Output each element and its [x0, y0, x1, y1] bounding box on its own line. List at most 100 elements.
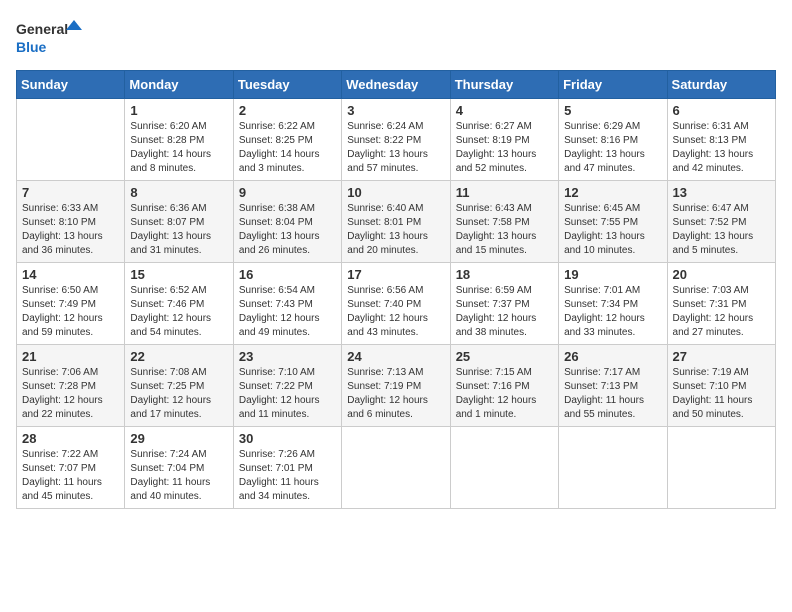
day-info: Sunrise: 7:01 AM Sunset: 7:34 PM Dayligh… — [564, 284, 661, 340]
weekday-header: Saturday — [667, 71, 775, 99]
weekday-header: Wednesday — [342, 71, 450, 99]
day-number: 13 — [673, 185, 770, 200]
day-info: Sunrise: 6:50 AM Sunset: 7:49 PM Dayligh… — [22, 284, 119, 340]
day-info: Sunrise: 7:10 AM Sunset: 7:22 PM Dayligh… — [239, 366, 336, 422]
weekday-header: Thursday — [450, 71, 558, 99]
calendar-cell: 6Sunrise: 6:31 AM Sunset: 8:13 PM Daylig… — [667, 99, 775, 181]
calendar-cell: 13 Sunrise: 6:47 AM Sunset: 7:52 PM Dayli… — [667, 181, 775, 263]
day-number: 14 — [22, 267, 119, 282]
day-number: 11 — [456, 185, 553, 200]
day-info: Sunrise: 6:22 AM Sunset: 8:25 PM Dayligh… — [239, 120, 336, 176]
calendar-cell: 27Sunrise: 7:19 AM Sunset: 7:10 PM Dayli… — [667, 345, 775, 427]
calendar-cell: 15 Sunrise: 6:52 AM Sunset: 7:46 PM Dayli… — [125, 263, 233, 345]
calendar-cell: 10Sunrise: 6:40 AM Sunset: 8:01 PM Dayli… — [342, 181, 450, 263]
day-number: 9 — [239, 185, 336, 200]
calendar-cell: 8 Sunrise: 6:36 AM Sunset: 8:07 PM Daylig… — [125, 181, 233, 263]
day-info: Sunrise: 7:22 AM Sunset: 7:07 PM Dayligh… — [22, 448, 119, 504]
day-info: Sunrise: 6:52 AM Sunset: 7:46 PM Dayligh… — [130, 284, 227, 340]
day-info: Sunrise: 6:24 AM Sunset: 8:22 PM Dayligh… — [347, 120, 444, 176]
weekday-header: Tuesday — [233, 71, 341, 99]
day-info: Sunrise: 6:54 AM Sunset: 7:43 PM Dayligh… — [239, 284, 336, 340]
day-number: 20 — [673, 267, 770, 282]
day-number: 7 — [22, 185, 119, 200]
day-info: Sunrise: 7:08 AM Sunset: 7:25 PM Dayligh… — [130, 366, 227, 422]
day-info: Sunrise: 7:19 AM Sunset: 7:10 PM Dayligh… — [673, 366, 770, 422]
day-number: 23 — [239, 349, 336, 364]
calendar-cell: 24 Sunrise: 7:13 AM Sunset: 7:19 PM Dayli… — [342, 345, 450, 427]
calendar-cell: 11 Sunrise: 6:43 AM Sunset: 7:58 PM Dayli… — [450, 181, 558, 263]
day-number: 24 — [347, 349, 444, 364]
calendar-cell: 25Sunrise: 7:15 AM Sunset: 7:16 PM Dayli… — [450, 345, 558, 427]
day-number: 16 — [239, 267, 336, 282]
page-header: General Blue — [16, 16, 776, 60]
day-number: 8 — [130, 185, 227, 200]
calendar-cell: 3 Sunrise: 6:24 AM Sunset: 8:22 PM Daylig… — [342, 99, 450, 181]
day-number: 5 — [564, 103, 661, 118]
calendar-week-row: 7 Sunrise: 6:33 AM Sunset: 8:10 PM Daylig… — [17, 181, 776, 263]
calendar-week-row: 21 Sunrise: 7:06 AM Sunset: 7:28 PM Dayli… — [17, 345, 776, 427]
day-info: Sunrise: 6:59 AM Sunset: 7:37 PM Dayligh… — [456, 284, 553, 340]
calendar-cell — [667, 427, 775, 509]
day-info: Sunrise: 7:24 AM Sunset: 7:04 PM Dayligh… — [130, 448, 227, 504]
calendar-cell: 14 Sunrise: 6:50 AM Sunset: 7:49 PM Dayli… — [17, 263, 125, 345]
calendar-cell: 17 Sunrise: 6:56 AM Sunset: 7:40 PM Dayli… — [342, 263, 450, 345]
day-number: 25 — [456, 349, 553, 364]
calendar-cell: 12Sunrise: 6:45 AM Sunset: 7:55 PM Dayli… — [559, 181, 667, 263]
day-info: Sunrise: 6:38 AM Sunset: 8:04 PM Dayligh… — [239, 202, 336, 258]
day-number: 3 — [347, 103, 444, 118]
calendar-cell: 21 Sunrise: 7:06 AM Sunset: 7:28 PM Dayli… — [17, 345, 125, 427]
day-number: 17 — [347, 267, 444, 282]
calendar-week-row: 14 Sunrise: 6:50 AM Sunset: 7:49 PM Dayli… — [17, 263, 776, 345]
day-number: 6 — [673, 103, 770, 118]
day-number: 1 — [130, 103, 227, 118]
calendar-cell: 19 Sunrise: 7:01 AM Sunset: 7:34 PM Dayli… — [559, 263, 667, 345]
day-number: 26 — [564, 349, 661, 364]
day-number: 2 — [239, 103, 336, 118]
day-info: Sunrise: 7:17 AM Sunset: 7:13 PM Dayligh… — [564, 366, 661, 422]
calendar-cell: 23 Sunrise: 7:10 AM Sunset: 7:22 PM Dayli… — [233, 345, 341, 427]
day-info: Sunrise: 6:47 AM Sunset: 7:52 PM Dayligh… — [673, 202, 770, 258]
day-info: Sunrise: 6:33 AM Sunset: 8:10 PM Dayligh… — [22, 202, 119, 258]
calendar-cell — [342, 427, 450, 509]
day-info: Sunrise: 6:29 AM Sunset: 8:16 PM Dayligh… — [564, 120, 661, 176]
calendar-header-row: SundayMondayTuesdayWednesdayThursdayFrid… — [17, 71, 776, 99]
day-info: Sunrise: 6:43 AM Sunset: 7:58 PM Dayligh… — [456, 202, 553, 258]
day-info: Sunrise: 7:03 AM Sunset: 7:31 PM Dayligh… — [673, 284, 770, 340]
day-number: 28 — [22, 431, 119, 446]
weekday-header: Friday — [559, 71, 667, 99]
day-info: Sunrise: 7:26 AM Sunset: 7:01 PM Dayligh… — [239, 448, 336, 504]
day-number: 12 — [564, 185, 661, 200]
day-number: 18 — [456, 267, 553, 282]
calendar-cell — [559, 427, 667, 509]
calendar-cell: 9 Sunrise: 6:38 AM Sunset: 8:04 PM Daylig… — [233, 181, 341, 263]
day-number: 19 — [564, 267, 661, 282]
calendar-cell: 2 Sunrise: 6:22 AM Sunset: 8:25 PM Daylig… — [233, 99, 341, 181]
day-number: 21 — [22, 349, 119, 364]
day-info: Sunrise: 6:20 AM Sunset: 8:28 PM Dayligh… — [130, 120, 227, 176]
calendar-cell — [450, 427, 558, 509]
calendar-cell: 1 Sunrise: 6:20 AM Sunset: 8:28 PM Daylig… — [125, 99, 233, 181]
svg-text:Blue: Blue — [16, 39, 47, 55]
day-info: Sunrise: 7:06 AM Sunset: 7:28 PM Dayligh… — [22, 366, 119, 422]
calendar-cell: 28 Sunrise: 7:22 AM Sunset: 7:07 PM Dayli… — [17, 427, 125, 509]
day-info: Sunrise: 6:40 AM Sunset: 8:01 PM Dayligh… — [347, 202, 444, 258]
day-number: 30 — [239, 431, 336, 446]
calendar-table: SundayMondayTuesdayWednesdayThursdayFrid… — [16, 70, 776, 509]
svg-text:General: General — [16, 21, 68, 37]
calendar-cell: 20 Sunrise: 7:03 AM Sunset: 7:31 PM Dayli… — [667, 263, 775, 345]
calendar-cell: 22Sunrise: 7:08 AM Sunset: 7:25 PM Dayli… — [125, 345, 233, 427]
day-number: 4 — [456, 103, 553, 118]
day-info: Sunrise: 6:56 AM Sunset: 7:40 PM Dayligh… — [347, 284, 444, 340]
day-info: Sunrise: 6:36 AM Sunset: 8:07 PM Dayligh… — [130, 202, 227, 258]
weekday-header: Monday — [125, 71, 233, 99]
day-number: 29 — [130, 431, 227, 446]
calendar-cell: 26 Sunrise: 7:17 AM Sunset: 7:13 PM Dayli… — [559, 345, 667, 427]
day-info: Sunrise: 7:13 AM Sunset: 7:19 PM Dayligh… — [347, 366, 444, 422]
weekday-header: Sunday — [17, 71, 125, 99]
logo-svg: General Blue — [16, 16, 86, 60]
calendar-cell: 29 Sunrise: 7:24 AM Sunset: 7:04 PM Dayli… — [125, 427, 233, 509]
calendar-cell: 18 Sunrise: 6:59 AM Sunset: 7:37 PM Dayli… — [450, 263, 558, 345]
calendar-cell: 30 Sunrise: 7:26 AM Sunset: 7:01 PM Dayli… — [233, 427, 341, 509]
calendar-week-row: 1 Sunrise: 6:20 AM Sunset: 8:28 PM Daylig… — [17, 99, 776, 181]
day-number: 15 — [130, 267, 227, 282]
